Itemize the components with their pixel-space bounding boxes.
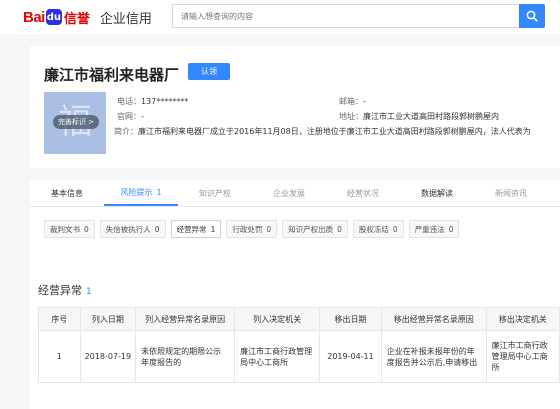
subtab-label: 经营异常 [176, 224, 207, 234]
site-title: 企业信用 [99, 11, 152, 27]
website-value: - [141, 112, 144, 121]
cell-listed-reason: 未依照规定的期限公示年度报告的 [135, 330, 236, 383]
header-removed-date: 移出日期 [319, 307, 382, 331]
subtab-equity-freeze[interactable]: 股权冻结 0 [352, 220, 404, 238]
subtab-dishonest-debtors[interactable]: 失信被执行人 0 [99, 220, 166, 238]
tab-label: 知识产权 [199, 188, 231, 198]
section-count: 1 [86, 287, 92, 297]
tab-label: 基本信息 [51, 188, 83, 198]
tab-risk-alert[interactable]: 风险提示 1 [104, 180, 178, 206]
complete-logo-link[interactable]: 完善标识 > [53, 115, 100, 129]
cell-removed-reason: 企业在补报未报年份的年度报告并公示后,申请移出 [380, 330, 487, 383]
cell-removed-date: 2019-04-11 [319, 330, 382, 383]
subtab-serious-violations[interactable]: 严重违法 0 [408, 220, 460, 238]
subtab-abnormal-operations[interactable]: 经营异常 1 [170, 220, 222, 238]
website-info: 官网：- [117, 111, 144, 122]
tab-count: 1 [156, 187, 162, 197]
company-avatar: 福 完善标识 > [44, 92, 106, 154]
tab-label: 新闻资讯 [495, 188, 527, 198]
baidu-logo[interactable]: Bai du 信誉 企业信用 [23, 8, 152, 27]
subtab-label: 严重违法 [414, 224, 445, 234]
email-value: - [363, 97, 366, 106]
claim-button[interactable]: 认领 [188, 63, 230, 80]
subtab-label: 知识产权出质 [288, 224, 334, 234]
phone-value: 137******** [141, 97, 189, 106]
section-title: 经营异常 1 [38, 282, 92, 298]
risk-subtabs: 裁判文书 0 失信被执行人 0 经营异常 1 行政处罚 0 知识产权出质 0 股权冻结 0 … [44, 220, 464, 238]
subtab-label: 行政处罚 [232, 224, 263, 234]
subtab-count: 0 [392, 224, 398, 234]
address-label: 地址： [339, 112, 363, 121]
header-removed-authority: 移出决定机关 [485, 307, 560, 331]
company-card: 廉江市福利来电器厂 认领 福 完善标识 > 电话：137******** 邮箱：… [30, 46, 560, 168]
logo-text-bai: Bai [23, 8, 45, 26]
address-value: 廉江市工业大道高田村路段郭树鹏屋内 [363, 112, 499, 121]
tab-basic-info[interactable]: 基本信息 [30, 180, 104, 206]
subtab-count: 0 [266, 224, 272, 234]
intro-label: 简介： [114, 127, 138, 136]
header-listed-date: 列入日期 [79, 307, 137, 331]
header-index: 序号 [38, 307, 81, 331]
logo-text-xinyu: 信誉 [63, 11, 90, 27]
subtab-count: 0 [84, 224, 89, 234]
detail-panel: 基本信息 风险提示 1 知识产权 企业发展 经营状况 数据解读 新闻资讯 裁判文书… [30, 180, 560, 409]
subtab-ip-pledge[interactable]: 知识产权出质 0 [282, 220, 348, 238]
main-tabs: 基本信息 风险提示 1 知识产权 企业发展 经营状况 数据解读 新闻资讯 [30, 180, 560, 207]
tab-news[interactable]: 新闻资讯 [474, 180, 548, 206]
search-icon [526, 10, 538, 22]
abnormal-operations-table: 序号 列入日期 列入经营异常名录原因 列入决定机关 移出日期 移出经营异常名录原… [38, 307, 560, 383]
subtab-label: 失信被执行人 [105, 224, 151, 234]
header-removed-reason: 移出经营异常名录原因 [380, 307, 487, 331]
cell-index: 1 [38, 330, 81, 383]
subtab-count: 0 [154, 224, 160, 234]
subtab-count: 0 [337, 224, 342, 234]
paw-icon: du [45, 9, 62, 25]
tab-development[interactable]: 企业发展 [252, 180, 326, 206]
header-listed-reason: 列入经营异常名录原因 [135, 307, 236, 331]
website-label: 官网： [117, 112, 141, 121]
subtab-label: 股权冻结 [358, 224, 389, 234]
address-info: 地址：廉江市工业大道高田村路段郭树鹏屋内 [339, 111, 499, 122]
cell-listed-authority: 廉江市工商行政管理局中心工商所 [234, 330, 321, 383]
tab-label: 数据解读 [421, 188, 453, 198]
phone-info: 电话：137******** [117, 96, 188, 107]
subtab-count: 1 [210, 224, 216, 234]
subtab-label: 裁判文书 [50, 224, 80, 234]
search-input[interactable] [172, 4, 518, 28]
subtab-admin-penalties[interactable]: 行政处罚 0 [226, 220, 278, 238]
top-header: Bai du 信誉 企业信用 [0, 0, 560, 34]
search-button[interactable] [519, 4, 545, 28]
phone-label: 电话： [117, 97, 141, 106]
intro-value: 廉江市福利来电器厂成立于2016年11月08日，注册地位于廉江市工业大道高田村路… [138, 127, 531, 136]
header-listed-authority: 列入决定机关 [234, 307, 321, 331]
tab-label: 风险提示 [120, 187, 153, 197]
subtab-judgments[interactable]: 裁判文书 0 [44, 220, 95, 238]
cell-removed-authority: 廉江市工商行政管理局中心工商所 [485, 330, 560, 383]
email-label: 邮箱： [339, 97, 363, 106]
company-name: 廉江市福利来电器厂 [44, 66, 180, 84]
tab-intellectual-property[interactable]: 知识产权 [178, 180, 252, 206]
tab-operations[interactable]: 经营状况 [326, 180, 400, 206]
table-row: 1 2018-07-19 未依照规定的期限公示年度报告的 廉江市工商行政管理局中… [38, 330, 560, 383]
tab-label: 经营状况 [347, 188, 379, 198]
table-header-row: 序号 列入日期 列入经营异常名录原因 列入决定机关 移出日期 移出经营异常名录原… [38, 307, 560, 331]
company-intro: 简介：廉江市福利来电器厂成立于2016年11月08日，注册地位于廉江市工业大道高… [114, 126, 560, 137]
email-info: 邮箱：- [339, 96, 366, 107]
tab-label: 企业发展 [273, 188, 305, 198]
cell-listed-date: 2018-07-19 [79, 330, 137, 383]
subtab-count: 0 [448, 224, 454, 234]
tab-data-analysis[interactable]: 数据解读 [400, 180, 474, 206]
section-title-text: 经营异常 [38, 284, 82, 297]
